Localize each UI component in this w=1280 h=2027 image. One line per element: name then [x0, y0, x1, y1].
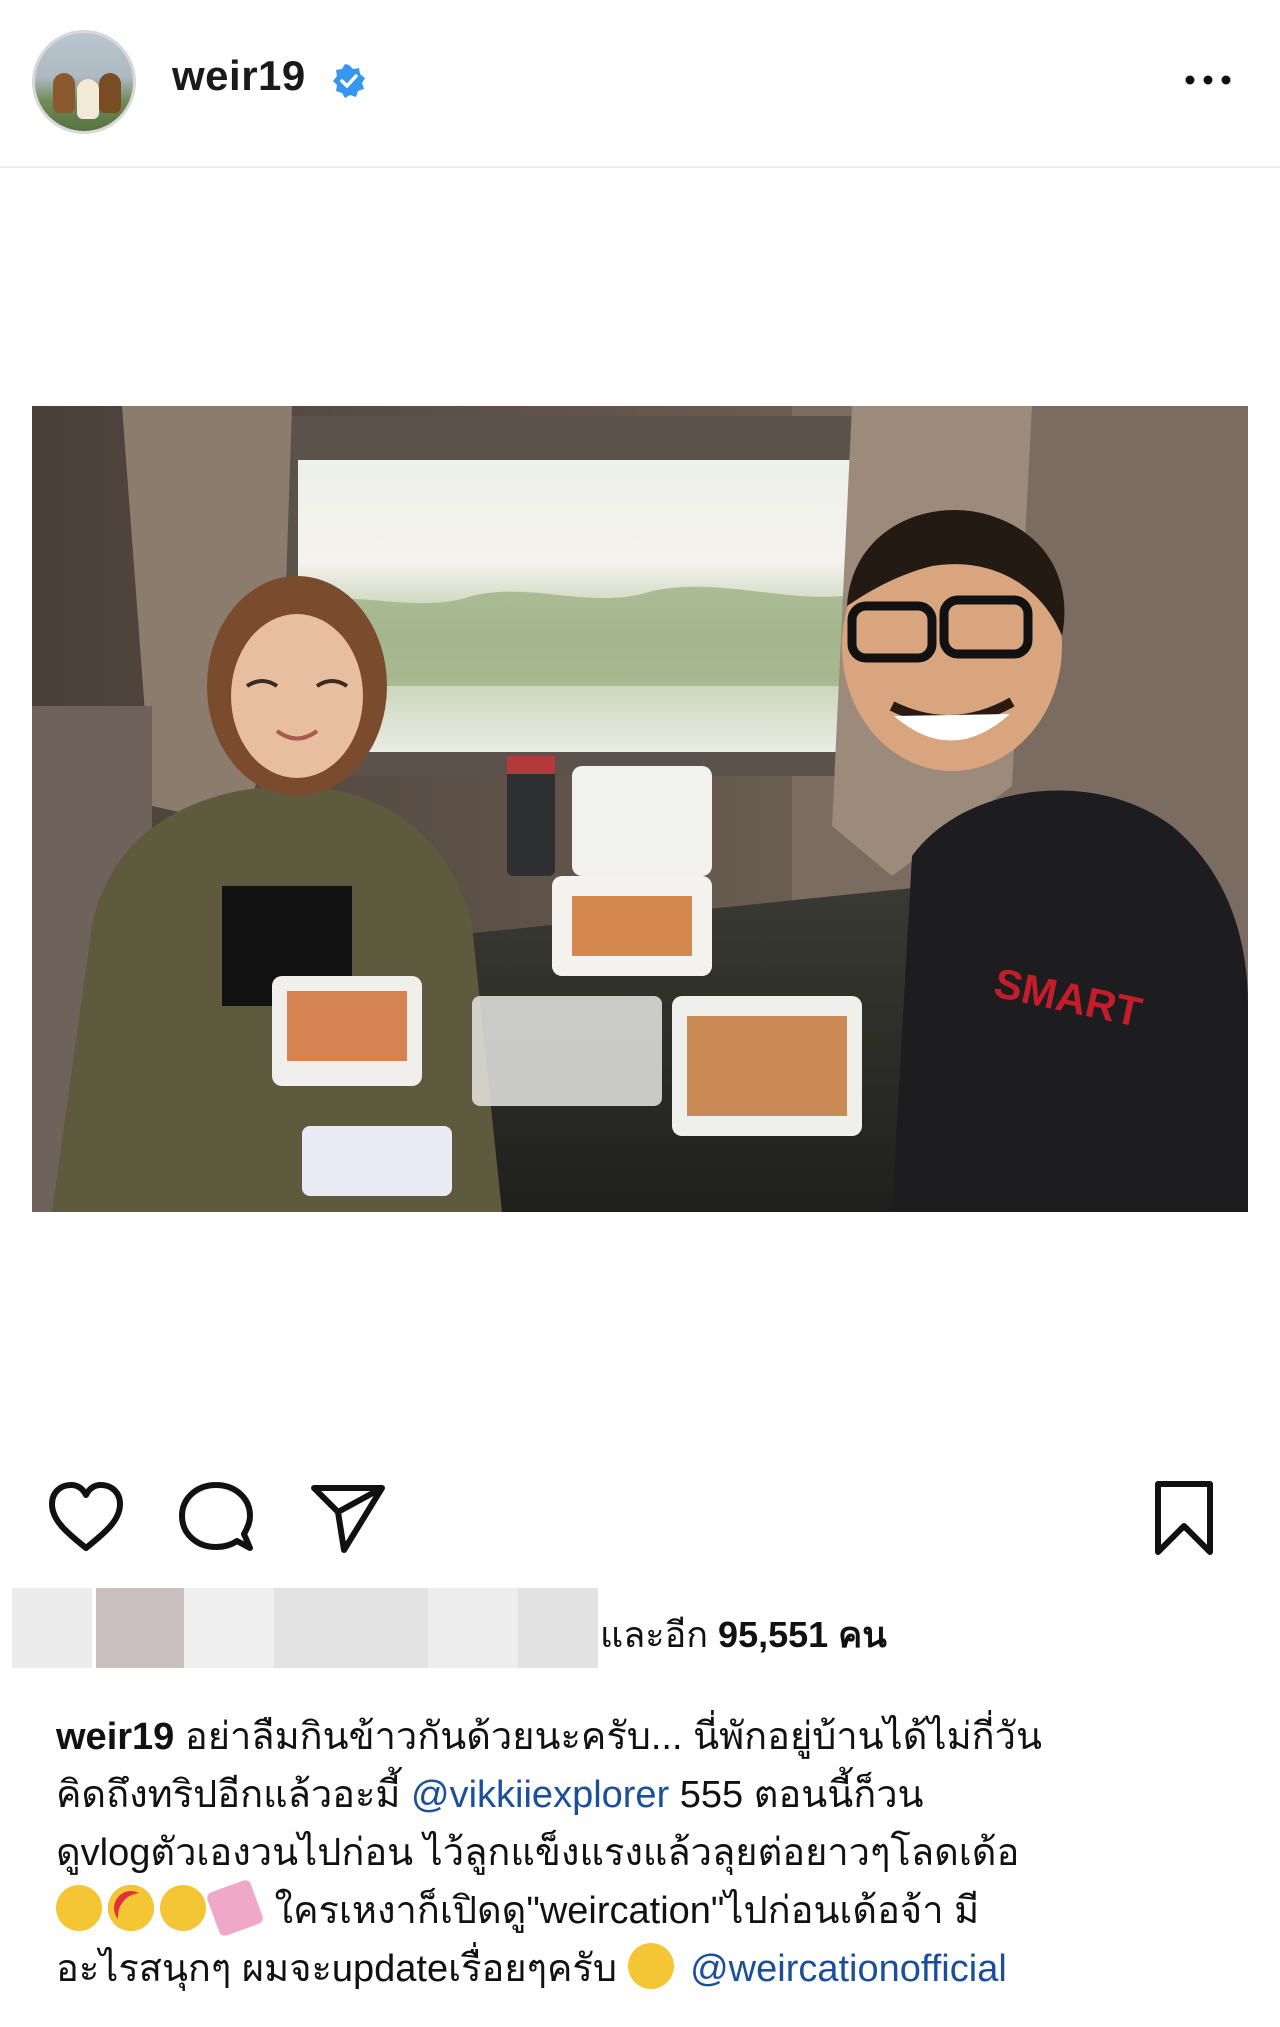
comment-icon[interactable]	[178, 1480, 254, 1556]
send-icon[interactable]	[308, 1480, 388, 1556]
mention-vikkiiexplorer[interactable]: @vikkiiexplorer	[411, 1774, 669, 1816]
caption-line-5: อะไรสนุกๆ ผมจะupdateเรื่อยๆครับ @weircat…	[56, 1940, 1246, 1998]
caption-line-4: ใครเหงาก็เปิดดู"weircation"ไปก่อนเด้อจ้า…	[56, 1878, 1246, 1940]
caption-username[interactable]: weir19	[56, 1716, 174, 1758]
likes-count: 95,551	[718, 1614, 829, 1655]
likes-count-text[interactable]: และอีก 95,551 คน	[600, 1606, 887, 1663]
mention-weircationofficial[interactable]: @weircationofficial	[690, 1948, 1007, 1990]
profile-avatar[interactable]	[32, 30, 136, 134]
avatar-dog-shape	[77, 79, 99, 119]
heart-icon[interactable]	[46, 1480, 126, 1556]
verified-badge-icon	[333, 64, 365, 98]
post-photo-illustration: SMART	[32, 406, 1248, 1212]
smiling-emoji-icon	[160, 1885, 206, 1931]
blurred-liker-avatar	[96, 1588, 184, 1668]
caption-text-5: อะไรสนุกๆ ผมจะupdateเรื่อยๆครับ	[56, 1948, 617, 1990]
heart-eyes-emoji-icon	[108, 1885, 154, 1931]
likes-row[interactable]: และอีก 95,551 คน	[12, 1588, 1272, 1672]
caption-text-4: ใครเหงาก็เปิดดู"weircation"ไปก่อนเด้อจ้า…	[264, 1890, 980, 1932]
likes-prefix: และอีก	[600, 1614, 709, 1655]
caption-line-3: ดูvlogตัวเองวนไปก่อน ไว้ลูกแข็งแรงแล้วลุ…	[56, 1832, 1020, 1874]
blurred-liker-avatar	[12, 1588, 92, 1668]
blurred-liker-name	[428, 1588, 518, 1668]
likes-suffix: คน	[838, 1614, 887, 1655]
caption-line-2: คิดถึงทริปอีกแล้วอะมี้ @vikkiiexplorer 5…	[56, 1766, 1246, 1824]
post-image[interactable]: SMART	[32, 406, 1248, 1212]
blurred-liker-name	[274, 1588, 428, 1668]
post-caption: weir19 อย่าลืมกินข้าวกันด้วยนะครับ... นี…	[56, 1708, 1246, 1998]
rolling-laughing-emoji-icon	[56, 1885, 102, 1931]
smiling-blush-emoji-icon	[627, 1943, 674, 1989]
more-options-icon[interactable]	[1180, 60, 1236, 100]
caption-text-2b: 555 ตอนนี้ก็วน	[669, 1774, 924, 1816]
caption-line-1: weir19 อย่าลืมกินข้าวกันด้วยนะครับ... นี…	[56, 1708, 1246, 1766]
blurred-liker-name	[518, 1588, 598, 1668]
bookmark-icon[interactable]	[1152, 1480, 1216, 1558]
header-username[interactable]: weir19	[172, 52, 306, 100]
post-header: weir19	[0, 0, 1280, 168]
party-popper-emoji-icon	[205, 1878, 265, 1938]
blurred-liker-name	[184, 1588, 274, 1668]
avatar-dog-shape	[99, 73, 121, 113]
avatar-dog-shape	[53, 73, 75, 113]
caption-text-1: อย่าลืมกินข้าวกันด้วยนะครับ... นี่พักอยู…	[184, 1716, 1042, 1758]
caption-text-2a: คิดถึงทริปอีกแล้วอะมี้	[56, 1774, 412, 1816]
post-action-bar	[0, 1480, 1280, 1560]
